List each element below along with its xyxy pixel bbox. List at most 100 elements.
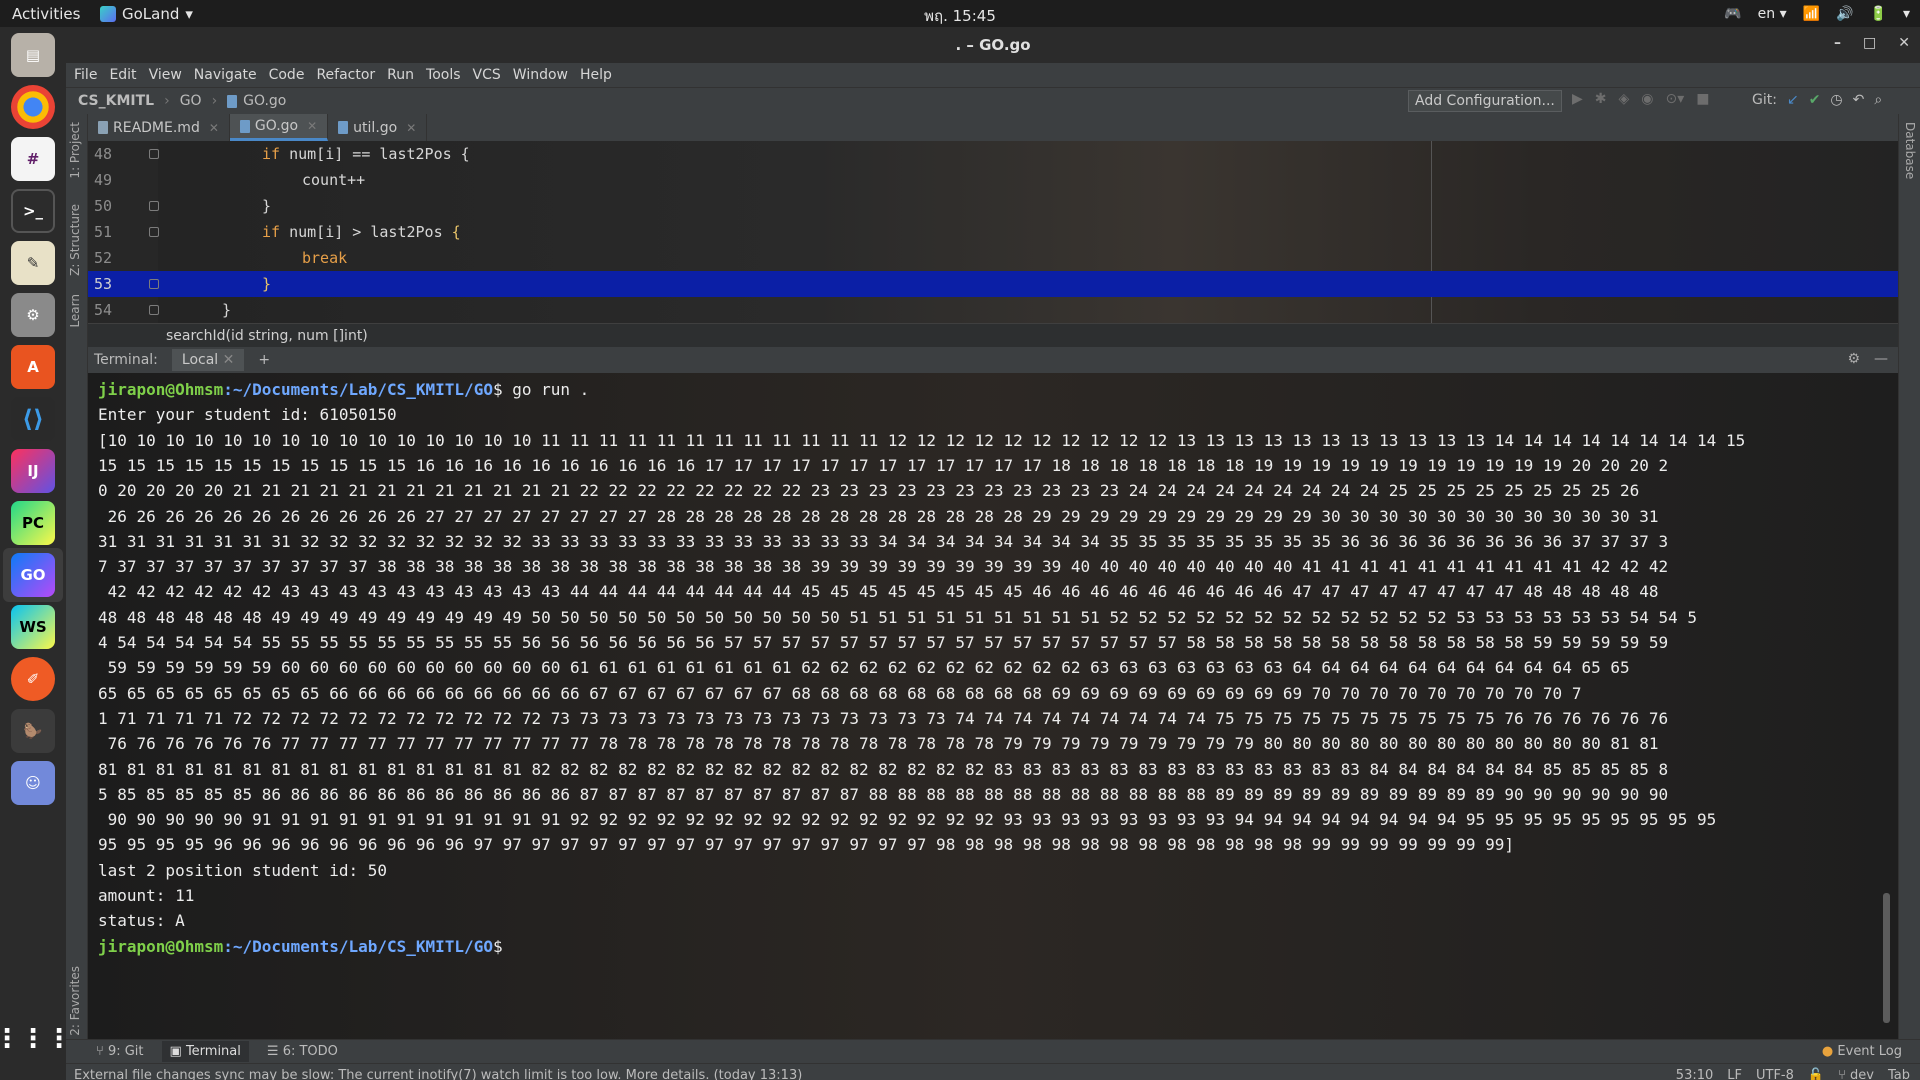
code-line[interactable]: 54 } [88, 297, 1898, 323]
breadcrumb-folder[interactable]: GO [180, 93, 202, 109]
chrome-icon[interactable] [11, 85, 55, 129]
tab-label: README.md [113, 119, 200, 136]
terminal-tab-local[interactable]: Local ✕ [171, 349, 245, 371]
webstorm-icon[interactable]: WS [11, 605, 55, 649]
settings-icon[interactable]: ⚙ [11, 293, 55, 337]
menu-view[interactable]: View [149, 67, 182, 83]
structure-panel-toggle[interactable]: Z: Structure [68, 204, 82, 276]
dbeaver-icon[interactable]: 🦫 [11, 709, 55, 753]
stop-icon[interactable]: ■ [1696, 91, 1709, 107]
status-message[interactable]: External file changes sync may be slow: … [74, 1068, 802, 1080]
menu-window[interactable]: Window [513, 67, 568, 83]
vscode-icon[interactable]: ⟨⟩ [11, 397, 55, 441]
fold-marker-icon[interactable] [149, 305, 159, 315]
breadcrumb-file[interactable]: GO.go [243, 93, 286, 109]
pycharm-icon[interactable]: PC [11, 501, 55, 545]
intellij-icon[interactable]: IJ [11, 449, 55, 493]
slack-icon[interactable]: # [11, 137, 55, 181]
menu-run[interactable]: Run [387, 67, 414, 83]
git-rollback-icon[interactable]: ↶ [1853, 92, 1865, 108]
postman-icon[interactable]: ✐ [11, 657, 55, 701]
fold-marker-icon[interactable] [149, 149, 159, 159]
code-line[interactable]: 50 } [88, 193, 1898, 219]
goland-dock-icon[interactable]: GO [11, 553, 55, 597]
lock-icon[interactable]: 🔓 [1808, 1068, 1824, 1080]
git-update-icon[interactable]: ↙ [1787, 92, 1799, 108]
close-icon[interactable]: ✕ [1898, 35, 1910, 51]
close-tab-icon[interactable]: ✕ [406, 121, 416, 135]
more-run-icon[interactable]: ⊙▾ [1666, 91, 1685, 107]
code-line[interactable]: 51 if num[i] > last2Pos { [88, 219, 1898, 245]
line-separator[interactable]: LF [1727, 1068, 1742, 1080]
todo-tool-tab[interactable]: ☰ 6: TODO [267, 1044, 338, 1059]
project-panel-toggle[interactable]: 1: Project [68, 122, 82, 179]
menu-navigate[interactable]: Navigate [194, 67, 257, 83]
favorites-panel-toggle[interactable]: 2: Favorites [68, 966, 82, 1036]
show-apps-grid-icon[interactable]: ⋮⋮⋮ [0, 1017, 72, 1061]
discord-icon[interactable]: ☺ [11, 761, 55, 805]
tab-readme[interactable]: README.md ✕ [88, 114, 230, 141]
menu-vcs[interactable]: VCS [473, 67, 501, 83]
close-tab-icon[interactable]: ✕ [209, 121, 219, 135]
menu-help[interactable]: Help [580, 67, 612, 83]
run-icon[interactable]: ▶ [1572, 91, 1583, 107]
terminal-output-line: 15 15 15 15 15 15 15 15 15 15 15 16 16 1… [98, 455, 1669, 475]
activities-button[interactable]: Activities [0, 5, 92, 23]
code-line[interactable]: 52 break [88, 245, 1898, 271]
app-menu[interactable]: GoLand ▾ [100, 5, 193, 23]
minimize-icon[interactable]: – [1834, 35, 1841, 51]
caret-position[interactable]: 53:10 [1676, 1068, 1713, 1080]
git-history-icon[interactable]: ◷ [1830, 92, 1842, 108]
new-terminal-icon[interactable]: + [258, 352, 270, 368]
text-editor-icon[interactable]: ✎ [11, 241, 55, 285]
fold-marker-icon[interactable] [149, 201, 159, 211]
menu-code[interactable]: Code [269, 67, 305, 83]
terminal-output[interactable]: jirapon@Ohmsm:~/Documents/Lab/CS_KMITL/G… [88, 373, 1898, 1039]
git-tool-tab[interactable]: ⑂ 9: Git [96, 1044, 144, 1059]
tab-util-go[interactable]: util.go ✕ [328, 114, 428, 141]
close-tab-icon[interactable]: ✕ [307, 119, 317, 133]
clock[interactable]: พฤ. 15:45 [0, 4, 1920, 28]
terminal-tool-tab[interactable]: ▣ Terminal [161, 1041, 249, 1062]
search-everywhere-icon[interactable]: ⌕ [1874, 92, 1882, 108]
fold-marker-icon[interactable] [149, 279, 159, 289]
fold-marker-icon[interactable] [149, 227, 159, 237]
add-configuration-button[interactable]: Add Configuration... [1408, 90, 1562, 112]
learn-panel-toggle[interactable]: Learn [68, 294, 82, 328]
software-center-icon[interactable]: A [11, 345, 55, 389]
code-line[interactable]: 48 if num[i] == last2Pos { [88, 141, 1898, 167]
language-indicator[interactable]: en ▾ [1758, 6, 1787, 22]
code-line[interactable]: 49 count++ [88, 167, 1898, 193]
code-editor[interactable]: 48 if num[i] == last2Pos { 49 count++ 50… [88, 141, 1898, 323]
function-breadcrumb[interactable]: searchId(id string, num []int) [88, 323, 1898, 347]
debug-icon[interactable]: ✱ [1595, 91, 1607, 107]
coverage-icon[interactable]: ◈ [1619, 91, 1630, 107]
terminal-output-line: 42 42 42 42 42 42 43 43 43 43 43 43 43 4… [98, 582, 1659, 602]
terminal-app-icon[interactable]: >_ [11, 189, 55, 233]
system-tray[interactable]: 🎮 en ▾ 📶 🔊 🔋 ▾ [1724, 0, 1910, 27]
menu-file[interactable]: File [74, 67, 97, 83]
window-titlebar[interactable]: . – GO.go – □ ✕ [66, 27, 1920, 63]
event-log-button[interactable]: ● Event Log [1822, 1044, 1902, 1059]
terminal-scrollbar[interactable] [1883, 893, 1890, 1023]
maximize-icon[interactable]: □ [1863, 35, 1876, 51]
current-code-line[interactable]: 53 } [88, 271, 1898, 297]
menu-refactor[interactable]: Refactor [316, 67, 375, 83]
git-commit-icon[interactable]: ✔ [1809, 92, 1821, 108]
gear-icon[interactable]: ⚙ [1847, 351, 1860, 367]
terminal-tab-label: Local [181, 352, 219, 368]
close-tab-icon[interactable]: ✕ [223, 352, 235, 368]
profile-icon[interactable]: ◉ [1641, 91, 1653, 107]
indent-setting[interactable]: Tab [1888, 1068, 1910, 1080]
git-branch[interactable]: ⑂ dev [1838, 1068, 1874, 1080]
database-panel-toggle[interactable]: Database [1903, 122, 1917, 179]
system-menu-chevron-icon[interactable]: ▾ [1903, 6, 1910, 22]
hide-panel-icon[interactable]: — [1874, 351, 1888, 367]
files-icon[interactable]: ▤ [11, 33, 55, 77]
tab-go-go[interactable]: GO.go ✕ [229, 114, 329, 141]
file-encoding[interactable]: UTF-8 [1756, 1068, 1794, 1080]
breadcrumb-project[interactable]: CS_KMITL [78, 93, 154, 109]
discord-tray-icon[interactable]: 🎮 [1724, 6, 1741, 22]
menu-tools[interactable]: Tools [426, 67, 461, 83]
menu-edit[interactable]: Edit [109, 67, 136, 83]
